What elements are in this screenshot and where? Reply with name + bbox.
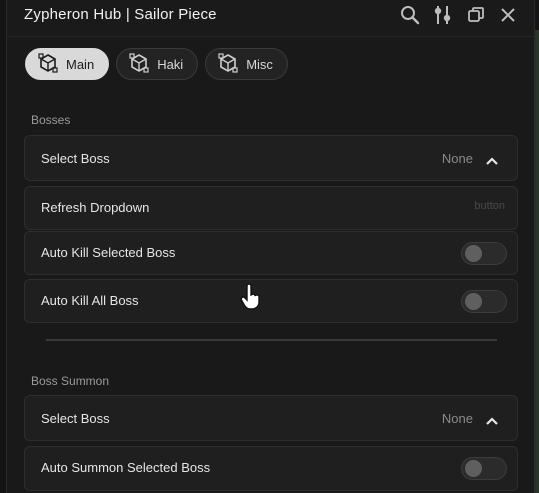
settings-sliders-icon[interactable] [432, 4, 454, 26]
tab-bar: Main Haki Misc [25, 48, 288, 82]
chevron-up-icon [485, 153, 499, 171]
cube-icon [218, 52, 238, 76]
toggle-label: Auto Summon Selected Boss [41, 460, 211, 475]
tab-label: Main [66, 56, 95, 72]
auto-summon-selected-boss-toggle[interactable] [461, 457, 507, 480]
toggle-knob [465, 293, 482, 310]
toggle-knob [465, 460, 482, 477]
tab-label: Misc [246, 56, 273, 72]
hand-cursor-icon [240, 283, 262, 315]
copy-window-icon[interactable] [465, 4, 487, 26]
auto-summon-selected-boss-row: Auto Summon Selected Boss [24, 446, 518, 491]
select-boss-dropdown[interactable]: Select Boss None [24, 135, 518, 181]
close-icon[interactable] [497, 4, 519, 26]
hub-window: Zypheron Hub | Sailor Piece Main Haki Mi… [6, 0, 535, 493]
toggle-knob [465, 245, 482, 262]
dropdown-label: Select Boss [41, 411, 110, 426]
search-icon[interactable] [399, 4, 421, 26]
title-bar: Zypheron Hub | Sailor Piece [7, 0, 534, 37]
button-label: Refresh Dropdown [41, 200, 150, 215]
auto-kill-all-boss-toggle[interactable] [461, 290, 507, 313]
auto-kill-selected-boss-row: Auto Kill Selected Boss [24, 231, 518, 275]
auto-kill-all-boss-row: Auto Kill All Boss [24, 279, 518, 323]
auto-kill-selected-boss-toggle[interactable] [461, 242, 507, 265]
tab-misc[interactable]: Misc [205, 48, 288, 80]
tab-haki[interactable]: Haki [116, 48, 199, 80]
section-title-bosses: Bosses [31, 113, 71, 127]
chevron-up-icon [485, 413, 499, 431]
dropdown-value: None [441, 411, 473, 426]
cube-icon [129, 52, 149, 76]
tab-label: Haki [157, 56, 184, 72]
window-title: Zypheron Hub | Sailor Piece [24, 6, 217, 23]
dropdown-label: Select Boss [41, 151, 110, 166]
section-divider [46, 339, 497, 341]
tab-main[interactable]: Main [25, 48, 110, 80]
summon-select-boss-dropdown[interactable]: Select Boss None [24, 395, 518, 441]
cube-icon [38, 52, 58, 76]
button-hint: button [474, 200, 505, 212]
refresh-dropdown-button[interactable]: Refresh Dropdown button [24, 186, 518, 230]
toggle-label: Auto Kill Selected Boss [41, 245, 176, 260]
dropdown-value: None [441, 151, 473, 166]
section-title-boss-summon: Boss Summon [31, 374, 110, 388]
toggle-label: Auto Kill All Boss [41, 293, 139, 308]
